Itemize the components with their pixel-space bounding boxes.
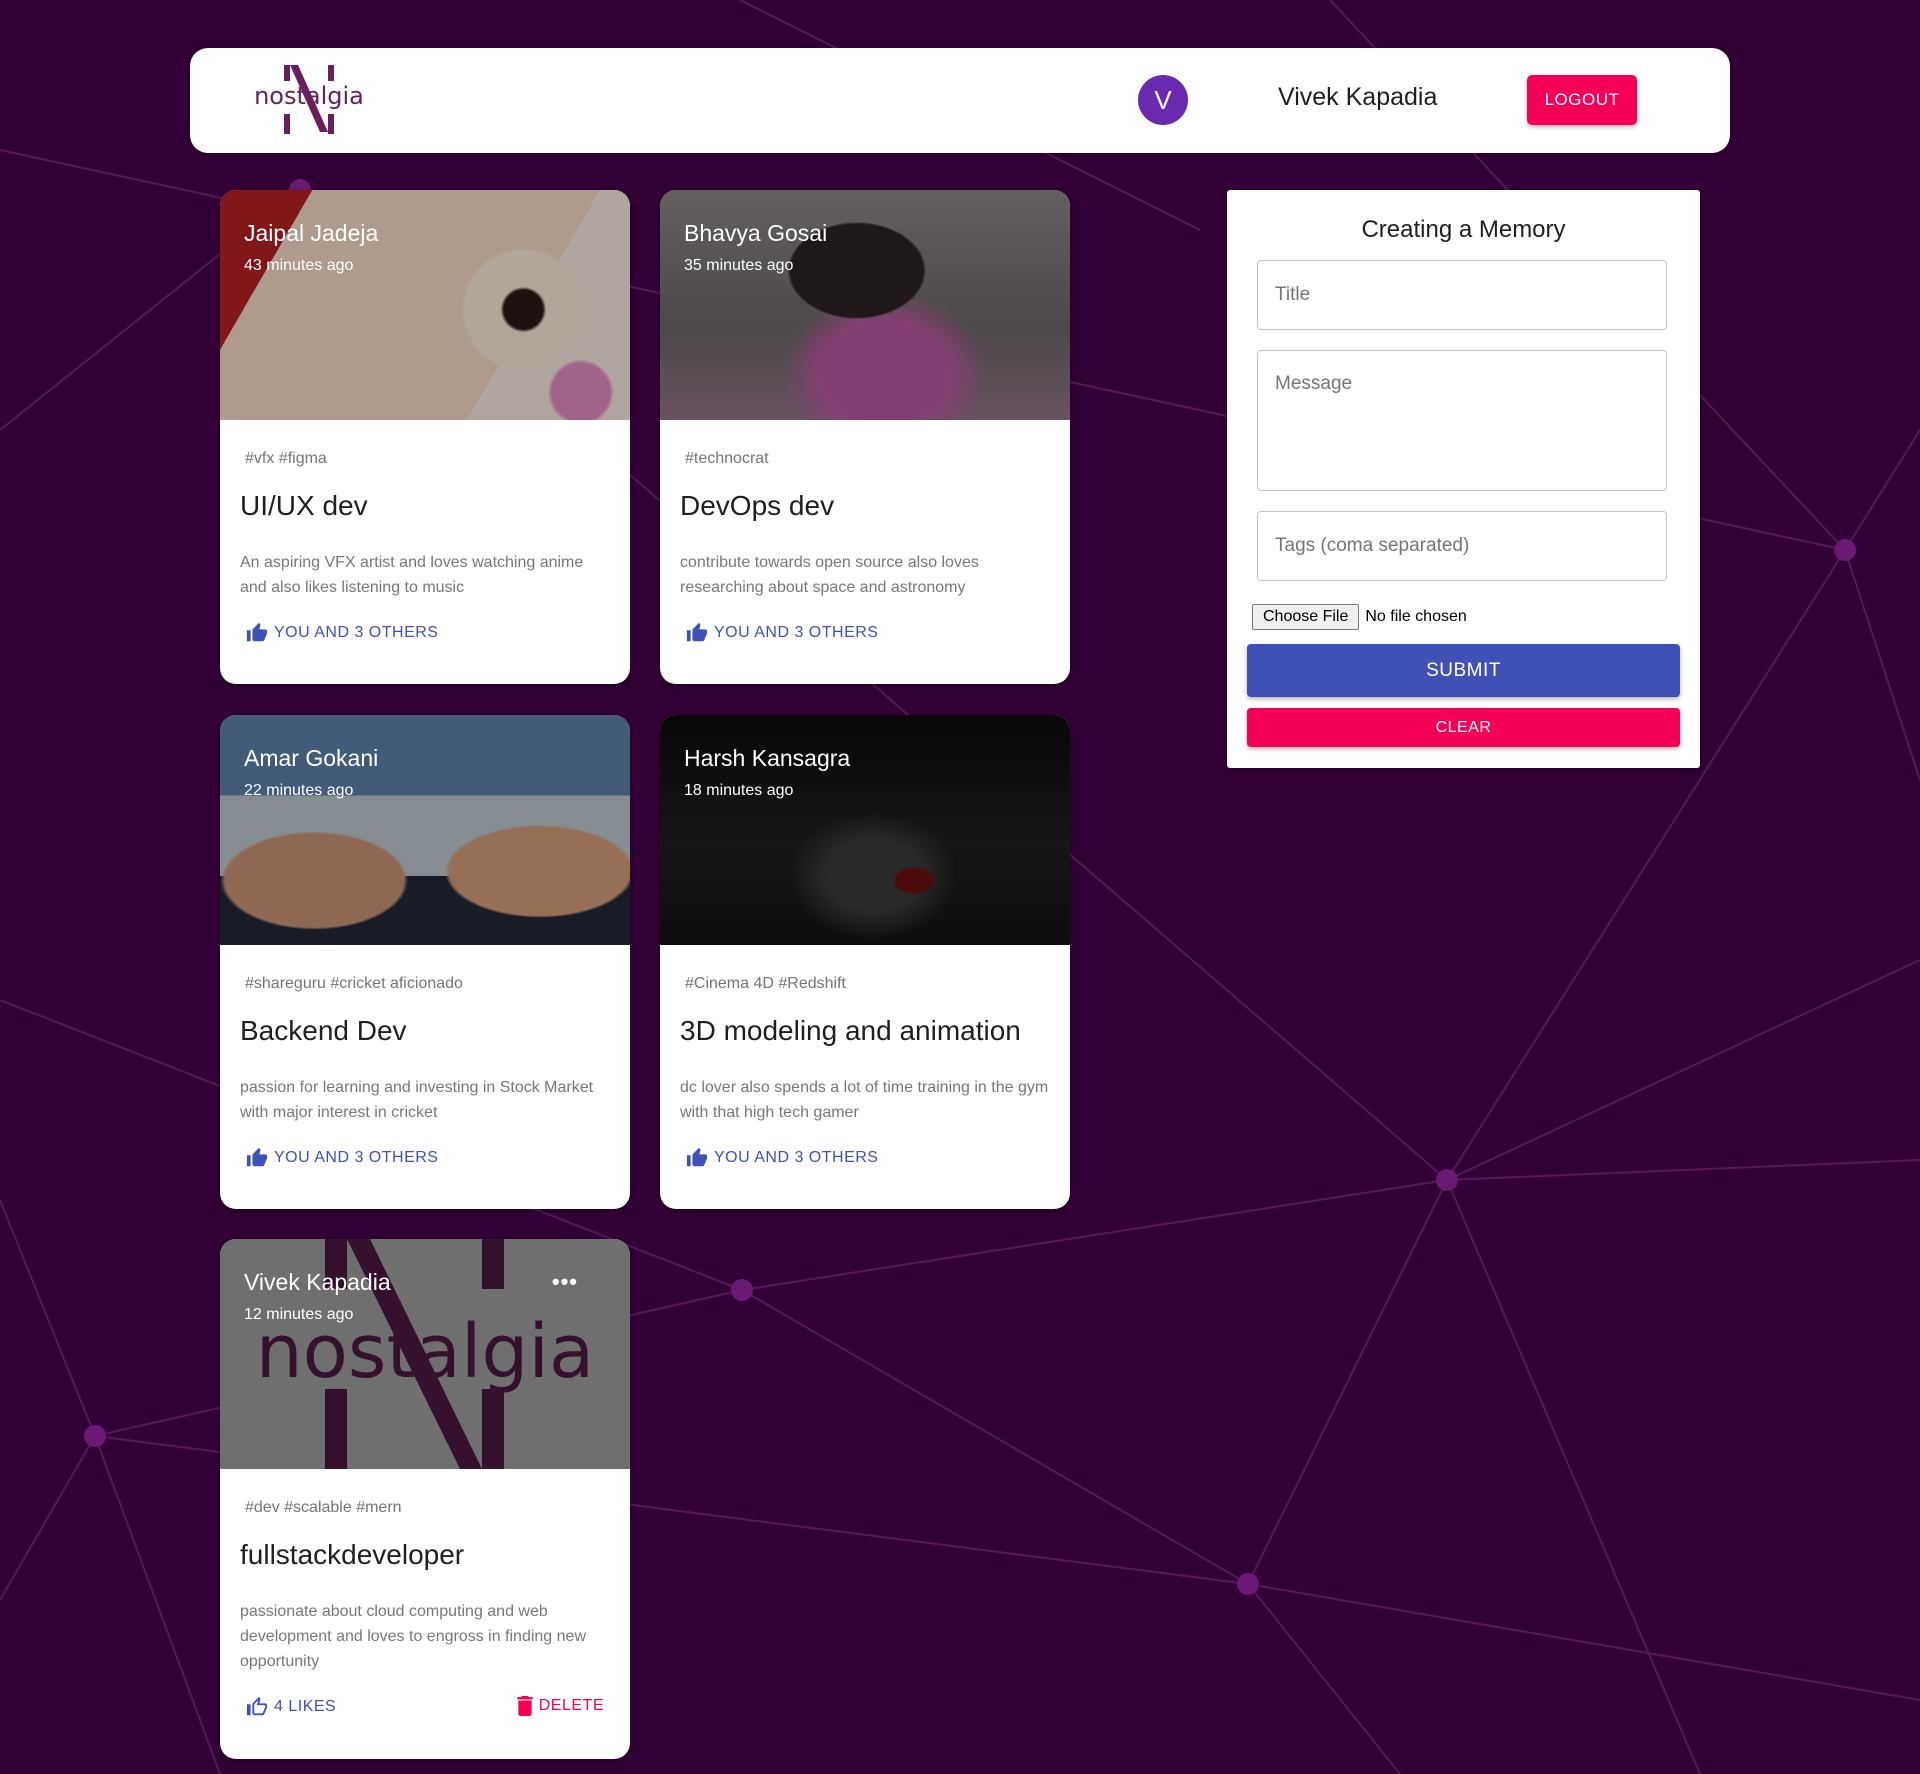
- post-time: 18 minutes ago: [684, 782, 794, 799]
- tags-input[interactable]: [1257, 511, 1667, 581]
- form-heading: Creating a Memory: [1361, 216, 1566, 243]
- post-author: Harsh Kansagra: [684, 745, 851, 771]
- post-time: 22 minutes ago: [244, 782, 354, 799]
- post-author: Bhavya Gosai: [684, 220, 828, 246]
- delete-button[interactable]: DELETE: [516, 1696, 604, 1716]
- post-message: An aspiring VFX artist and loves watchin…: [240, 554, 584, 596]
- post-actions: YOU AND 3 OTHERS: [660, 614, 1070, 662]
- like-button[interactable]: YOU AND 3 OTHERS: [246, 1147, 438, 1169]
- no-file-text: No file chosen: [1365, 608, 1467, 625]
- post-title: fullstackdeveloper: [240, 1539, 465, 1570]
- submit-button[interactable]: SUBMIT: [1247, 644, 1680, 697]
- memory-form: Creating a Memory Choose File No file ch…: [1227, 190, 1700, 768]
- post-image: Jaipal Jadeja 43 minutes ago: [220, 190, 630, 420]
- like-button[interactable]: YOU AND 3 OTHERS: [246, 622, 438, 644]
- like-label: YOU AND 3 OTHERS: [714, 1149, 879, 1166]
- post-image: nostalgia Vivek Kapadia 12 minutes ago •…: [220, 1239, 630, 1469]
- post-image: Bhavya Gosai 35 minutes ago: [660, 190, 1070, 420]
- post-time: 12 minutes ago: [244, 1306, 354, 1323]
- clear-button[interactable]: CLEAR: [1247, 708, 1680, 747]
- like-label: YOU AND 3 OTHERS: [274, 1149, 439, 1166]
- post-card: nostalgia Vivek Kapadia 12 minutes ago •…: [220, 1239, 630, 1759]
- post-author: Jaipal Jadeja: [244, 220, 379, 246]
- post-actions: YOU AND 3 OTHERS: [220, 614, 630, 662]
- post-title: DevOps dev: [680, 490, 835, 521]
- post-tags: #technocrat: [685, 450, 769, 467]
- post-tags: #dev #scalable #mern: [245, 1499, 402, 1516]
- delete-label: DELETE: [538, 1697, 604, 1714]
- post-message: contribute towards open source also love…: [680, 554, 979, 596]
- post-title: Backend Dev: [240, 1015, 407, 1046]
- post-tags: #Cinema 4D #Redshift: [685, 975, 846, 992]
- post-actions: YOU AND 3 OTHERS: [220, 1139, 630, 1187]
- post-actions: 4 LIKES DELETE: [220, 1688, 630, 1736]
- post-card: Bhavya Gosai 35 minutes ago #technocrat …: [660, 190, 1070, 684]
- post-actions: YOU AND 3 OTHERS: [660, 1139, 1070, 1187]
- message-input[interactable]: [1257, 350, 1667, 491]
- app-bar: nostalgia V Vivek Kapadia LOGOUT: [190, 48, 1730, 153]
- thumb-up-icon: [686, 622, 708, 642]
- like-label: YOU AND 3 OTHERS: [274, 624, 439, 641]
- like-button[interactable]: YOU AND 3 OTHERS: [686, 1147, 878, 1169]
- post-title: UI/UX dev: [240, 490, 368, 521]
- thumb-up-icon: [246, 622, 268, 642]
- post-message: passionate about cloud computing and web…: [240, 1603, 586, 1670]
- thumb-up-icon: [246, 1147, 268, 1167]
- post-tags: #vfx #figma: [245, 450, 327, 467]
- post-card: Harsh Kansagra 18 minutes ago #Cinema 4D…: [660, 715, 1070, 1209]
- logout-button[interactable]: LOGOUT: [1527, 75, 1637, 125]
- user-avatar[interactable]: V: [1138, 75, 1188, 125]
- post-tags: #shareguru #cricket aficionado: [245, 975, 463, 992]
- post-message: passion for learning and investing in St…: [240, 1079, 594, 1121]
- title-input[interactable]: [1257, 260, 1667, 330]
- svg-text:nostalgia: nostalgia: [254, 82, 364, 110]
- post-author: Vivek Kapadia: [244, 1269, 391, 1295]
- post-image: Amar Gokani 22 minutes ago: [220, 715, 630, 945]
- nostalgia-logo[interactable]: nostalgia: [252, 62, 366, 138]
- post-time: 43 minutes ago: [244, 257, 354, 274]
- thumb-up-icon: [686, 1147, 708, 1167]
- post-message: dc lover also spends a lot of time train…: [680, 1079, 1049, 1121]
- delete-icon: [516, 1696, 533, 1716]
- like-button[interactable]: YOU AND 3 OTHERS: [686, 622, 878, 644]
- post-card: Jaipal Jadeja 43 minutes ago #vfx #figma…: [220, 190, 630, 684]
- choose-file-button[interactable]: Choose File: [1252, 604, 1360, 630]
- post-author: Amar Gokani: [244, 745, 379, 771]
- user-name: Vivek Kapadia: [1278, 83, 1438, 111]
- post-image: Harsh Kansagra 18 minutes ago: [660, 715, 1070, 945]
- post-time: 35 minutes ago: [684, 257, 794, 274]
- like-button[interactable]: 4 LIKES: [246, 1696, 336, 1718]
- like-label: YOU AND 3 OTHERS: [714, 624, 879, 641]
- like-label: 4 LIKES: [274, 1698, 337, 1715]
- post-card: Amar Gokani 22 minutes ago #shareguru #c…: [220, 715, 630, 1209]
- thumb-up-outline-icon: [246, 1696, 268, 1716]
- file-input: Choose File No file chosen: [1252, 604, 1467, 630]
- post-title: 3D modeling and animation: [680, 1015, 1021, 1046]
- more-horiz-icon[interactable]: •••: [552, 1269, 578, 1295]
